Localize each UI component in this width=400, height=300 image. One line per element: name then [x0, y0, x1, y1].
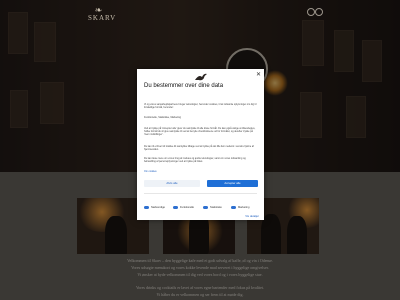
category-label: Statistiske — [210, 206, 222, 209]
category-label: Funktionelle — [180, 206, 194, 209]
site-logo[interactable]: ❧ SKARV — [88, 5, 115, 23]
category-statistics[interactable]: Statistiske — [203, 206, 222, 209]
bird-icon — [195, 73, 207, 81]
logo-text: SKARV — [88, 14, 117, 22]
consent-body-1: Ved at trykke på 'Accepter alle' giver d… — [144, 127, 256, 137]
show-details-link[interactable]: Vis detaljer — [245, 214, 259, 218]
cookie-consent-dialog: ✕ Du bestemmer over dine data Vi og vore… — [137, 69, 264, 220]
category-functional[interactable]: Funktionelle — [173, 206, 194, 209]
decline-all-button[interactable]: Afvis alle — [144, 180, 200, 187]
accept-all-button[interactable]: Accepter alle — [207, 180, 258, 187]
bird-icon: ❧ — [94, 5, 104, 15]
category-marketing[interactable]: Marketing — [231, 206, 249, 209]
consent-purposes: Funktionelle, Statistiske, Marketing — [144, 116, 181, 119]
consent-intro: Vi og vores samarbejdspartnere bruger te… — [144, 103, 257, 110]
toggle-icon — [144, 206, 149, 209]
close-icon[interactable]: ✕ — [256, 71, 261, 78]
category-label: Marketing — [238, 206, 250, 209]
instagram-icon[interactable] — [315, 8, 323, 16]
category-label: Nødvendige — [151, 206, 165, 209]
toggle-icon — [203, 206, 208, 209]
category-necessary[interactable]: Nødvendige — [144, 206, 165, 209]
toggle-icon — [231, 206, 236, 209]
consent-body-3: Du kan læse mere om vores brug af cookie… — [144, 157, 246, 164]
consent-title: Du bestemmer over dine data — [144, 83, 224, 89]
facebook-icon[interactable] — [307, 8, 315, 16]
consent-body-2: Du kan til enhver tid trække dit samtykk… — [144, 145, 254, 152]
divider — [144, 193, 257, 194]
read-more-link[interactable]: Om cookies — [144, 170, 257, 173]
toggle-icon — [173, 206, 178, 209]
